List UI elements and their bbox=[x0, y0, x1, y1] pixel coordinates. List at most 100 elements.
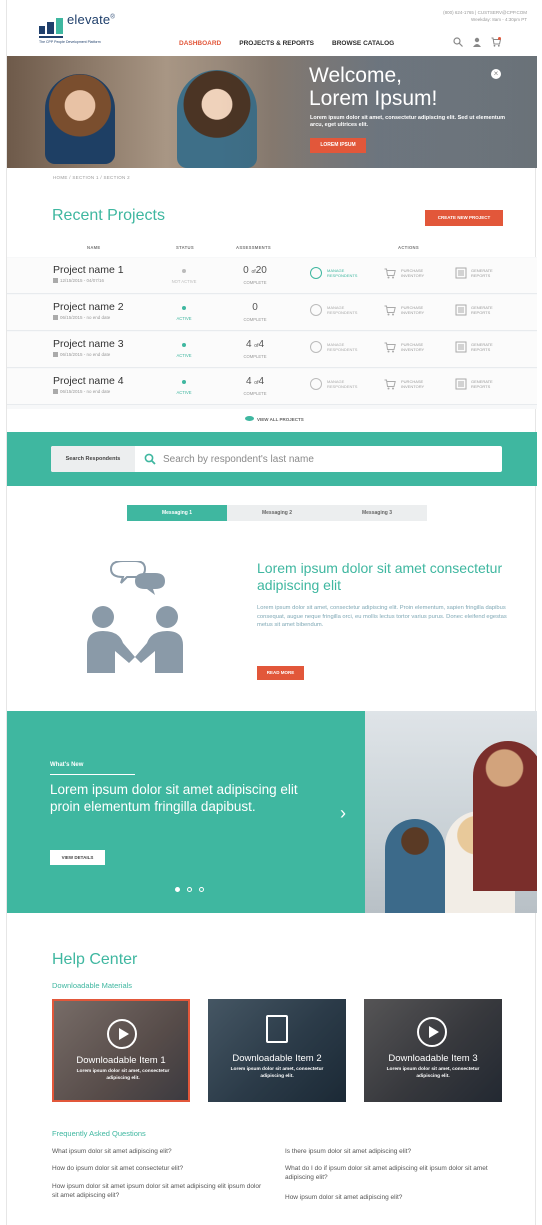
generate-reports-link[interactable]: GENERATE REPORTS bbox=[471, 379, 493, 389]
play-icon bbox=[107, 1019, 137, 1049]
status-dot bbox=[182, 306, 186, 310]
assessment-count: 0 bbox=[252, 302, 258, 313]
chevron-right-icon[interactable]: › bbox=[340, 803, 346, 824]
search-icon[interactable] bbox=[144, 453, 156, 465]
respondents-icon[interactable] bbox=[310, 267, 322, 279]
assessment-label: COMPLETE bbox=[243, 317, 267, 322]
generate-reports-link[interactable]: GENERATE REPORTS bbox=[471, 342, 493, 352]
messaging-text: Lorem ipsum dolor sit amet, consectetur … bbox=[257, 605, 507, 628]
assessment-label: COMPLETE bbox=[243, 354, 267, 359]
carousel-dot[interactable] bbox=[175, 887, 180, 892]
respondents-icon[interactable] bbox=[310, 378, 322, 390]
table-row[interactable]: Project name 4 06/15/2015 - no end date AC… bbox=[7, 369, 537, 405]
column-header-name: NAME bbox=[87, 245, 101, 250]
faq-link[interactable]: How do ipsum dolor sit amet consectetur … bbox=[52, 1165, 252, 1174]
download-card-1[interactable]: Downloadable Item 1 Lorem ipsum dolor si… bbox=[52, 999, 190, 1102]
project-date: 12/15/2015 - 04/07/16 bbox=[53, 278, 104, 283]
logo[interactable]: elevate® The CPP People Development Plat… bbox=[39, 10, 119, 50]
cart-icon[interactable] bbox=[491, 37, 501, 47]
project-name[interactable]: Project name 4 bbox=[53, 375, 124, 387]
reports-icon[interactable] bbox=[455, 304, 467, 316]
conversation-illustration-icon bbox=[87, 561, 183, 673]
faq-link[interactable]: Is there ipsum dolor sit amet adipiscing… bbox=[285, 1148, 505, 1157]
project-date: 06/15/2015 - no end date bbox=[53, 389, 110, 394]
generate-reports-link[interactable]: GENERATE REPORTS bbox=[471, 305, 493, 315]
contact-phone: (800) 624-1765 | CUSTSERV@CPP.COM bbox=[443, 10, 527, 15]
carousel-dot[interactable] bbox=[199, 887, 204, 892]
nav-dashboard[interactable]: DASHBOARD bbox=[179, 40, 221, 47]
purchase-inventory-link[interactable]: PURCHASE INVENTORY bbox=[401, 379, 424, 389]
search-respondents-label[interactable]: Search Respondents bbox=[51, 446, 135, 472]
status-dot bbox=[182, 269, 186, 273]
tab-messaging-3[interactable]: Messaging 3 bbox=[327, 505, 427, 521]
manage-respondents-link[interactable]: MANAGE RESPONDENTS bbox=[327, 342, 357, 352]
calendar-icon bbox=[53, 315, 58, 320]
carousel-dots bbox=[175, 887, 204, 892]
assessment-count: 4 of4 bbox=[245, 376, 265, 387]
status-badge: ACTIVE bbox=[176, 353, 192, 358]
status-badge: NOT ACTIVE bbox=[171, 279, 197, 284]
table-row[interactable]: Project name 2 06/15/2015 - no end date AC… bbox=[7, 295, 537, 331]
view-all-projects-link[interactable]: VIEW ALL PROJECTS bbox=[245, 416, 304, 422]
respondents-icon[interactable] bbox=[310, 304, 322, 316]
download-card-2[interactable]: Downloadable Item 2 Lorem ipsum dolor si… bbox=[208, 999, 346, 1102]
header: elevate® The CPP People Development Plat… bbox=[7, 0, 537, 56]
hero-button[interactable]: LOREM IPSUM bbox=[310, 138, 366, 153]
purchase-inventory-link[interactable]: PURCHASE INVENTORY bbox=[401, 268, 424, 278]
table-row[interactable]: Project name 3 06/15/2015 - no end date AC… bbox=[7, 332, 537, 368]
whats-new-title: Lorem ipsum dolor sit amet adipiscing el… bbox=[50, 782, 298, 814]
cart-icon[interactable] bbox=[384, 378, 396, 390]
cart-icon[interactable] bbox=[384, 267, 396, 279]
page-frame: elevate® The CPP People Development Plat… bbox=[6, 0, 537, 1225]
faq-link[interactable]: How ipsum dolor sit amet ipsum dolor sit… bbox=[52, 1183, 262, 1200]
reports-icon[interactable] bbox=[455, 267, 467, 279]
search-box: Search Respondents bbox=[51, 446, 502, 472]
reports-icon[interactable] bbox=[455, 341, 467, 353]
manage-respondents-link[interactable]: MANAGE RESPONDENTS bbox=[327, 268, 357, 278]
status-badge: ACTIVE bbox=[176, 316, 192, 321]
messaging-title: Lorem ipsum dolor sit amet consectetur a… bbox=[257, 560, 503, 593]
manage-respondents-link[interactable]: MANAGE RESPONDENTS bbox=[327, 305, 357, 315]
search-icon[interactable] bbox=[453, 37, 463, 47]
carousel-dot[interactable] bbox=[187, 887, 192, 892]
column-header-status: STATUS bbox=[176, 245, 194, 250]
reports-icon[interactable] bbox=[455, 378, 467, 390]
status-dot bbox=[182, 380, 186, 384]
search-input[interactable] bbox=[163, 446, 493, 472]
close-icon[interactable]: × bbox=[491, 69, 501, 79]
search-band: Search Respondents bbox=[7, 432, 537, 486]
whats-new-label: What's New bbox=[50, 762, 84, 768]
read-more-button[interactable]: READ MORE bbox=[257, 666, 304, 680]
main-nav: DASHBOARD PROJECTS & REPORTS BROWSE CATA… bbox=[179, 40, 394, 47]
cart-icon[interactable] bbox=[384, 341, 396, 353]
card-text: Lorem ipsum dolor sit amet, consectetur … bbox=[76, 1069, 170, 1081]
nav-browse-catalog[interactable]: BROWSE CATALOG bbox=[332, 40, 394, 47]
tab-messaging-1[interactable]: Messaging 1 bbox=[127, 505, 227, 521]
faq-link[interactable]: How ipsum dolor sit amet adipiscing elit… bbox=[285, 1194, 505, 1203]
tab-messaging-2[interactable]: Messaging 2 bbox=[227, 505, 327, 521]
assessment-label: COMPLETE bbox=[243, 280, 267, 285]
logo-mark-icon bbox=[39, 18, 63, 38]
create-new-project-button[interactable]: CREATE NEW PROJECT bbox=[425, 210, 503, 226]
purchase-inventory-link[interactable]: PURCHASE INVENTORY bbox=[401, 342, 424, 352]
contact-info: (800) 624-1765 | CUSTSERV@CPP.COM Weekda… bbox=[443, 9, 527, 23]
faq-title: Frequently Asked Questions bbox=[52, 1129, 146, 1138]
user-icon[interactable] bbox=[472, 37, 482, 47]
project-name[interactable]: Project name 3 bbox=[53, 338, 124, 350]
project-name[interactable]: Project name 2 bbox=[53, 301, 124, 313]
breadcrumb[interactable]: HOME / SECTION 1 / SECTION 2 bbox=[53, 175, 130, 180]
purchase-inventory-link[interactable]: PURCHASE INVENTORY bbox=[401, 305, 424, 315]
status-badge: ACTIVE bbox=[176, 390, 192, 395]
manage-respondents-link[interactable]: MANAGE RESPONDENTS bbox=[327, 379, 357, 389]
view-details-button[interactable]: VIEW DETAILS bbox=[50, 850, 105, 865]
project-date: 06/15/2015 - no end date bbox=[53, 315, 110, 320]
project-name[interactable]: Project name 1 bbox=[53, 264, 124, 276]
download-card-3[interactable]: Downloadable Item 3 Lorem ipsum dolor si… bbox=[364, 999, 502, 1102]
faq-link[interactable]: What do I do if ipsum dolor sit amet adi… bbox=[285, 1165, 505, 1182]
nav-projects-reports[interactable]: PROJECTS & REPORTS bbox=[239, 40, 314, 47]
table-row[interactable]: Project name 1 12/15/2015 - 04/07/16 NOT A… bbox=[7, 258, 537, 294]
faq-link[interactable]: What ipsum dolor sit amet adipiscing eli… bbox=[52, 1148, 252, 1157]
respondents-icon[interactable] bbox=[310, 341, 322, 353]
generate-reports-link[interactable]: GENERATE REPORTS bbox=[471, 268, 493, 278]
cart-icon[interactable] bbox=[384, 304, 396, 316]
